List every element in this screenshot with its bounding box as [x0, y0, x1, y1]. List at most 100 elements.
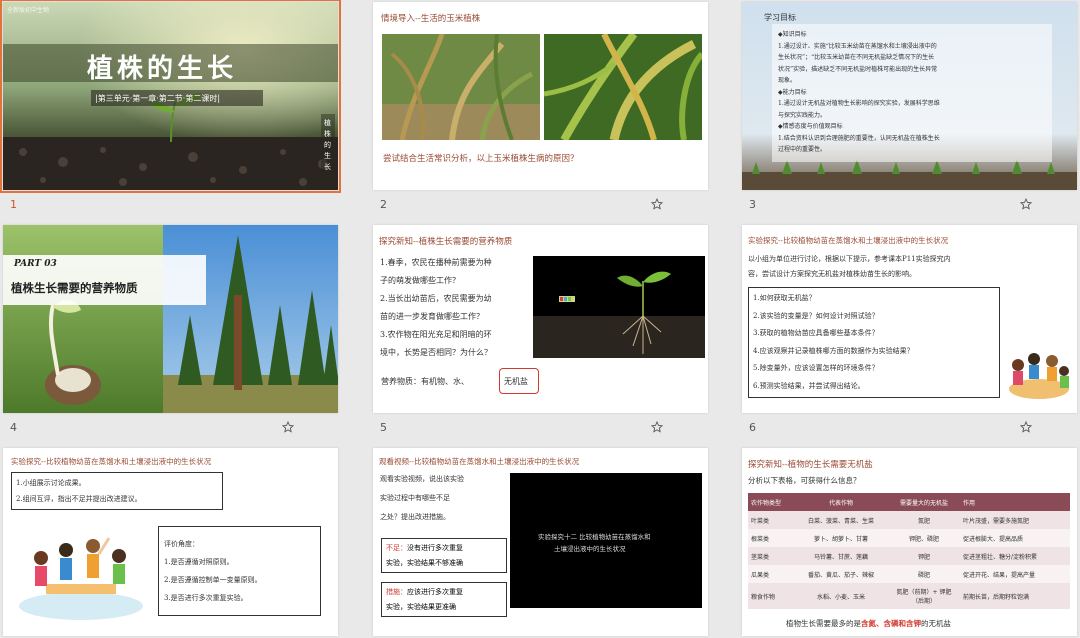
slide-thumbnail-9[interactable]: 探究新知--植物的生长需要无机盐 分析以下表格，可获得什么信息？ 农作物类型 代… — [742, 448, 1077, 636]
star-icon[interactable] — [651, 421, 663, 433]
table-header-cell: 农作物类型 — [748, 493, 794, 511]
slide-6-question: 4.应该观察并记录植株哪方面的数据作为实验结果？ — [753, 346, 914, 355]
slide-8-line: 观看实验视频，说出该实验 — [380, 475, 464, 483]
slide-3-line: 状况”实验，描述缺乏不同无机盐时植株可能出现的生长异常 — [778, 65, 938, 73]
table-row: 粮食作物 水稻、小麦、玉米 氮肥（前期）+ 钾肥（后期） 前期长苗，后期籽粒饱满 — [748, 583, 1070, 609]
slide-6-question: 6.预测实验结果，并尝试得出结论。 — [753, 381, 865, 390]
slide-8-shortage-box: 不足：没有进行多次重复 实验，实验结果不够准确 — [381, 538, 507, 573]
slide-thumbnail-2[interactable]: 情境导入--生活的玉米植株 尝试结合生活常识分析，以上玉米植株生病的原因？ — [373, 2, 708, 190]
slide-5-line: 境中，长势是否相同？为什么？ — [380, 348, 492, 357]
slide-number-6: 6 — [749, 421, 756, 434]
slide-7-task: 1.小组展示讨论成果。 — [16, 479, 86, 487]
slide-6-question-box: 1.如何获取无机盐？ 2.该实验的变量是？如何设计对照试验？ 3.获取的植物幼苗… — [748, 287, 1000, 398]
table-row: 叶菜类 白菜、菠菜、青菜、生菜 氮肥 叶片茂盛，需要多施氮肥 — [748, 511, 1070, 529]
slide-1-subtitle: |第三单元·第一章·第二节·第二课时| — [95, 94, 221, 103]
table-cell: 叶片茂盛，需要多施氮肥 — [960, 511, 1070, 529]
slide-6-students-illustration — [1009, 353, 1069, 399]
table-cell: 茎菜类 — [748, 547, 794, 565]
slide-5-line: 苗的进一步发育做哪些工作？ — [380, 312, 484, 321]
table-row: 茎菜类 马铃薯、甘蔗、莲藕 钾肥 促进茎粗壮、糖分/淀粉积累 — [748, 547, 1070, 565]
slide-thumbnail-7[interactable]: 实验探究--比较植物幼苗在蒸馏水和土壤浸出液中的生长状况 1.小组展示讨论成果。… — [3, 448, 338, 636]
slide-5-highlight-box — [499, 368, 539, 394]
star-icon[interactable] — [1020, 421, 1032, 433]
table-cell: 萝卜、胡萝卜、甘薯 — [794, 529, 888, 547]
slide-8-line: 之处？提出改进措施。 — [380, 513, 450, 521]
slide-3-heading: 学习目标 — [764, 13, 796, 22]
slide-7-eval-item: 2.是否遵循控制单一变量原则。 — [164, 576, 262, 584]
slide-6-intro-line: 容，尝试设计方案探究无机盐对植株幼苗生长的影响。 — [748, 270, 916, 278]
star-icon[interactable] — [282, 421, 294, 433]
slide-number-5: 5 — [380, 421, 387, 434]
slide-8-fix-text: 应该进行多次重复 — [407, 588, 463, 596]
slide-4-part-label: PART 03 — [14, 259, 57, 269]
slide-9-conclusion-prefix: 植物生长需要最多的是 — [786, 619, 861, 628]
table-cell: 白菜、菠菜、青菜、生菜 — [794, 511, 888, 529]
slide-1-title: 植株的生长 — [87, 54, 238, 84]
slide-8-line: 实验过程中有哪些不足 — [380, 494, 450, 502]
slide-thumbnail-4[interactable]: PART 03 植株生长需要的营养物质 — [3, 225, 338, 413]
slide-8-shortage-label: 不足： — [386, 544, 407, 552]
slide-thumbnail-8[interactable]: 观看视频--比较植物幼苗在蒸馏水和土壤浸出液中的生长状况 观看实验视频，说出该实… — [373, 448, 708, 636]
table-cell: 根菜类 — [748, 529, 794, 547]
star-icon[interactable] — [1020, 198, 1032, 210]
slide-9-subheading: 分析以下表格，可获得什么信息？ — [748, 476, 861, 485]
slide-5-line: 3.农作物在阳光充足和阴暗的环 — [380, 330, 492, 339]
slide-7-eval-item: 1.是否遵循对照原则。 — [164, 558, 234, 566]
slide-6-intro-line: 以小组为单位进行讨论，根据以下提示，参考课本P11实验探究内 — [748, 255, 951, 263]
slide-number-2: 2 — [380, 198, 387, 211]
slide-number-4: 4 — [10, 421, 17, 434]
star-icon[interactable] — [651, 198, 663, 210]
slide-number-1: 1 — [10, 198, 17, 211]
table-cell: 粮食作物 — [748, 583, 794, 609]
slide-2-heading: 情境导入--生活的玉米植株 — [381, 14, 481, 24]
slide-7-heading: 实验探究--比较植物幼苗在蒸馏水和土壤浸出液中的生长状况 — [11, 457, 212, 466]
table-cell: 磷肥 — [888, 565, 960, 583]
table-cell: 瓜果类 — [748, 565, 794, 583]
slide-thumbnail-6[interactable]: 实验探究--比较植物幼苗在蒸馏水和土壤浸出液中的生长状况 以小组为单位进行讨论，… — [742, 225, 1077, 413]
table-cell: 钾肥 — [888, 547, 960, 565]
slide-6-heading: 实验探究--比较植物幼苗在蒸馏水和土壤浸出液中的生长状况 — [748, 236, 949, 245]
slide-5-line: 1.春季，农民在播种前需要为种 — [380, 258, 492, 267]
slide-3-line: ◆能力目标 — [778, 88, 807, 96]
slide-3-line: 1.通过设计无机盐对植物生长影响的探究实验，发展科学思维 — [778, 100, 940, 107]
table-cell: 促进根膨大、提高品质 — [960, 529, 1070, 547]
slide-3-line: 过程中的重要性。 — [778, 146, 827, 153]
table-cell: 马铃薯、甘蔗、莲藕 — [794, 547, 888, 565]
slide-7-eval-item: 3.是否进行多次重复实验。 — [164, 594, 248, 602]
slide-5-questions: 1.春季，农民在播种前需要为种 子的萌发做哪些工作？ 2.当长出幼苗后，农民需要… — [380, 254, 492, 362]
slide-6-question: 5.除变量外，应该设置怎样的环境条件？ — [753, 364, 879, 372]
slide-8-shortage-text: 实验，实验结果不够准确 — [386, 559, 463, 567]
slide-thumbnail-5[interactable]: 探究新知--植株生长需要的营养物质 1.春季，农民在播种前需要为种 子的萌发做哪… — [373, 225, 708, 413]
table-header-cell: 需要量大的无机盐 — [888, 493, 960, 511]
table-cell: 促进开花、结果，提高产量 — [960, 565, 1070, 583]
table-cell: 番茄、黄瓜、茄子、辣椒 — [794, 565, 888, 583]
table-header-row: 农作物类型 代表作物 需要量大的无机盐 作用 — [748, 493, 1070, 511]
slide-8-video-caption: 土壤浸出液中的生长状况 — [554, 545, 626, 553]
slide-8-heading: 观看视频--比较植物幼苗在蒸馏水和土壤浸出液中的生长状况 — [379, 457, 580, 466]
slide-3-line: ◆情感态度与价值观目标 — [778, 123, 843, 130]
table-header-cell: 作用 — [960, 493, 1070, 511]
slide-8-fix-label: 措施： — [386, 588, 407, 596]
slide-9-conclusion-highlight: 含氮、含磷和含钾 — [861, 619, 921, 628]
slide-number-3: 3 — [749, 198, 756, 211]
slide-7-eval-title: 评价角度： — [164, 540, 199, 548]
slide-3-line: ◆知识目标 — [778, 31, 807, 38]
slide-9-conclusion: 植物生长需要最多的是含氮、含磷和含钾的无机盐 — [786, 618, 951, 629]
slide-5-line: 2.当长出幼苗后，农民需要为幼 — [380, 294, 492, 303]
slide-8-shortage-text: 没有进行多次重复 — [407, 544, 463, 552]
slide-8-video-caption: 实验探究十二 比较植物幼苗在蒸馏水和 — [538, 533, 651, 541]
table-cell: 叶菜类 — [748, 511, 794, 529]
slide-2-corn-photo-right — [544, 34, 702, 140]
slide-3-line: 1.结合资料认识到合理施肥的重要性，认同无机盐在植株生长 — [778, 134, 940, 142]
table-cell: 水稻、小麦、玉米 — [794, 583, 888, 609]
slide-4-title: 植株生长需要的营养物质 — [11, 281, 138, 295]
slide-thumbnail-1[interactable]: 全新版初中生物 植株的生长 |第三单元·第一章·第二节·第二课时| 植株的生长 — [0, 0, 341, 193]
slide-7-task: 2.组间互评，指出不足并提出改进建议。 — [16, 495, 142, 503]
slide-1-corner-text: 全新版初中生物 — [7, 7, 50, 14]
slide-5-heading: 探究新知--植株生长需要的营养物质 — [379, 237, 513, 247]
slide-2-question: 尝试结合生活常识分析，以上玉米植株生病的原因？ — [383, 154, 579, 164]
slide-4-background-image — [3, 225, 338, 413]
slide-thumbnail-3[interactable]: 学习目标 ◆知识目标 1.通过设计、实施“比较玉米幼苗在蒸馏水和土壤浸出液中的 … — [742, 2, 1077, 190]
slide-8-instructions: 观看实验视频，说出该实验 实验过程中有哪些不足 之处？提出改进措施。 — [380, 470, 464, 527]
slide-8-video-player[interactable]: 实验探究十二 比较植物幼苗在蒸馏水和 土壤浸出液中的生长状况 — [510, 473, 702, 608]
